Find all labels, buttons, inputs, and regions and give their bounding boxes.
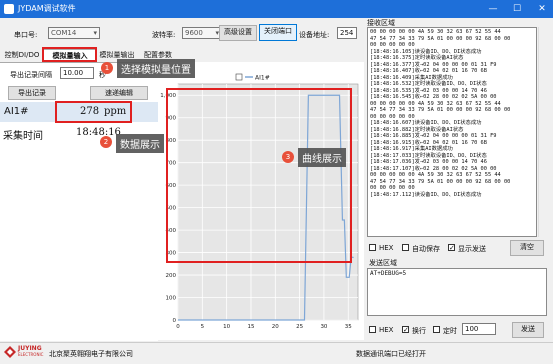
tab-control-dido[interactable]: 控制DI/DO [2, 49, 42, 61]
receive-log[interactable]: 00 00 00 00 00 4A 59 30 32 63 67 52 55 4… [367, 27, 537, 237]
autosave-label: 自动保存 [412, 245, 440, 253]
status-message: 数据通讯端口已经打开 [356, 350, 426, 358]
export-interval-label: 导出记录间隔 [10, 71, 52, 79]
timer-label: 定时 [443, 327, 457, 335]
hex-send-label: HEX [379, 326, 394, 334]
hex-receive-label: HEX [379, 244, 394, 252]
close-button[interactable]: ✕ [535, 2, 549, 16]
timer-checkbox[interactable] [433, 326, 440, 333]
callout-1-badge: 1 [101, 62, 113, 74]
show-send-label: 显示发送 [458, 245, 486, 253]
port-value: COM14 [51, 29, 77, 37]
newline-checkbox[interactable]: ✓ [402, 326, 409, 334]
baud-value: 9600 [185, 29, 203, 37]
export-records-button[interactable]: 导出记录 [8, 86, 56, 100]
collect-time-label: 采集时间 [3, 131, 43, 142]
device-address-label: 设备地址: [299, 31, 330, 39]
chart-legend: AI1# [235, 73, 270, 82]
callout-3-badge: 3 [282, 151, 294, 163]
port-select[interactable]: COM14 ▾ [48, 27, 100, 39]
callout-1-text: 选择模拟量位置 [117, 59, 195, 78]
callout-2-badge: 2 [100, 136, 112, 148]
callout-3-text: 曲线展示 [298, 148, 346, 167]
highlight-analog-tab [42, 47, 97, 62]
port-label: 串口号: [14, 31, 38, 39]
x-tick-label: 25 [296, 324, 303, 330]
app-icon [4, 4, 14, 14]
y-tick-label: 200 [166, 273, 177, 279]
logo-text: JUYING [18, 345, 42, 352]
x-tick-label: 10 [223, 324, 230, 330]
advanced-settings-button[interactable]: 高级设置 [219, 25, 257, 41]
hex-send-checkbox[interactable] [369, 326, 376, 333]
chevron-down-icon: ▾ [93, 29, 97, 37]
company-name: 北京聚英翱翔电子有限公司 [49, 350, 133, 358]
collect-time-value: 18:48:16 [76, 127, 121, 138]
timer-interval-input[interactable]: 100 [462, 323, 496, 335]
y-tick-label: 100 [166, 296, 177, 302]
title-bar: JYDAM调试软件 — ☐ ✕ [0, 0, 553, 18]
send-area-title: 发送区域 [369, 259, 397, 267]
x-tick-label: 20 [272, 324, 279, 330]
x-tick-label: 30 [320, 324, 327, 330]
x-tick-label: 15 [247, 324, 254, 330]
autosave-checkbox[interactable] [402, 244, 409, 251]
clear-curve-button[interactable]: 速递编辑 [90, 86, 148, 100]
logo-subtext: ELECTRONIC [18, 352, 44, 357]
highlight-chart [166, 88, 352, 263]
hex-receive-checkbox[interactable] [369, 244, 376, 251]
maximize-button[interactable]: ☐ [510, 2, 524, 16]
x-axis-ticks: 0 5 10 15 20 25 30 35 [176, 324, 352, 330]
channel-label: AI1# [4, 106, 29, 117]
show-send-checkbox[interactable]: ✓ [448, 244, 455, 252]
highlight-reading [55, 101, 132, 123]
x-tick-label: 5 [201, 324, 205, 330]
baud-label: 波特率: [152, 31, 176, 39]
send-button[interactable]: 发送 [512, 322, 544, 338]
window-title: JYDAM调试软件 [18, 4, 76, 13]
company-logo-icon [4, 346, 16, 358]
newline-label: 换行 [412, 327, 426, 335]
x-tick-label: 35 [345, 324, 352, 330]
legend-checkbox [235, 73, 243, 81]
x-tick-label: 0 [176, 324, 180, 330]
baud-select[interactable]: 9600 ▾ [182, 27, 222, 39]
send-input[interactable]: AT+DEBUG=5 [367, 268, 547, 316]
close-port-button[interactable]: 关闭端口 [259, 24, 297, 41]
export-interval-input[interactable]: 10.00 [60, 67, 94, 79]
minimize-button[interactable]: — [486, 2, 500, 16]
callout-2-text: 数据展示 [116, 134, 164, 153]
clear-button[interactable]: 清空 [510, 240, 544, 256]
device-address-input[interactable]: 254 [337, 27, 357, 39]
legend-label: AI1# [255, 75, 270, 82]
receive-scrollbar[interactable] [538, 27, 549, 237]
